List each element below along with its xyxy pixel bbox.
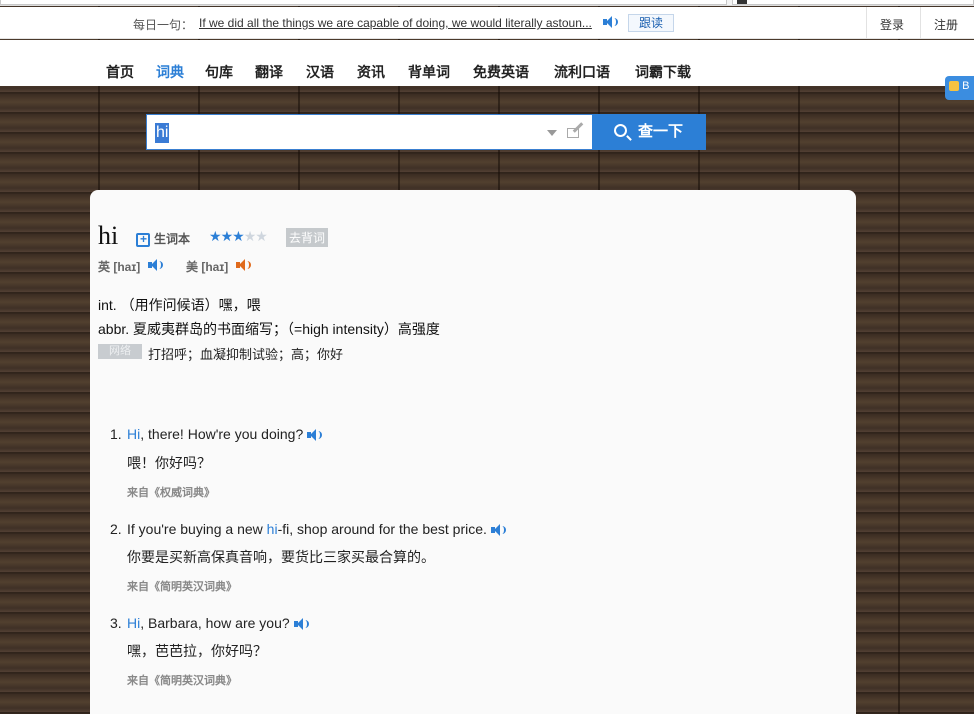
uk-phonetic: 英 [haɪ] <box>98 260 141 274</box>
example-en: Hi, there! How're you doing? <box>127 426 323 442</box>
example-cn: 喂！你好吗？ <box>127 455 211 471</box>
example-en-text: , there! How're you doing? <box>140 426 304 442</box>
search-bar-edge <box>732 0 974 5</box>
add-to-wordbook-button[interactable]: 生词本 <box>136 230 190 247</box>
level-tag[interactable]: 去背词 <box>286 228 329 247</box>
chevron-down-icon[interactable] <box>547 130 557 136</box>
example-en: Hi, Barbara, how are you? <box>127 615 309 631</box>
follow-read-button[interactable]: 跟读 <box>628 14 674 32</box>
divider <box>920 7 921 39</box>
badge-icon <box>949 81 959 92</box>
speaker-icon[interactable] <box>490 524 506 537</box>
daily-sentence-link[interactable]: If we did all the things we are capable … <box>199 16 599 30</box>
example-cn: 嘿，芭芭拉，你好吗？ <box>127 643 267 659</box>
nav-item-free-english[interactable]: 免费英语 <box>473 62 529 82</box>
definition-line: int. （用作问候语）嘿，喂 <box>98 297 261 313</box>
star-icon: ★ <box>255 228 268 244</box>
result-card: hi 生词本 ★★★★★ 去背词 英 [haɪ] 美 [haɪ] int. （用… <box>90 190 856 714</box>
nav-item-download[interactable]: 词霸下载 <box>635 62 691 82</box>
nav-item-home[interactable]: 首页 <box>106 62 134 82</box>
example-number: 2. <box>110 521 122 537</box>
star-icon: ★ <box>232 228 245 244</box>
example-source: 来自《权威词典》 <box>127 487 215 499</box>
nav-item-news[interactable]: 资讯 <box>357 62 385 82</box>
speaker-icon[interactable] <box>236 259 251 271</box>
frequency-stars: ★★★★★ <box>209 228 268 245</box>
speaker-icon[interactable] <box>293 618 309 631</box>
speaker-icon[interactable] <box>148 259 163 271</box>
search-box: hi 查一下 <box>146 114 706 150</box>
example-cn: 你要是买新高保真音响，要货比三家买最合算的。 <box>127 549 435 565</box>
side-badge-text: B <box>962 80 970 92</box>
net-tag: 网络 <box>98 344 142 359</box>
wordbook-icon <box>136 232 150 247</box>
login-link[interactable]: 登录 <box>880 16 904 33</box>
headword: hi <box>98 221 119 250</box>
search-icon <box>614 124 627 137</box>
wordbook-label: 生词本 <box>154 232 191 246</box>
main-nav: 首页 词典 句库 翻译 汉语 资讯 背单词 免费英语 流利口语 词霸下载 <box>0 40 974 86</box>
example-en: If you're buying a new hi-fi, shop aroun… <box>127 521 506 537</box>
address-bar-edge <box>0 0 727 5</box>
nav-item-spoken[interactable]: 流利口语 <box>554 62 610 82</box>
example-source: 来自《简明英汉词典》 <box>127 581 237 593</box>
example-source: 来自《简明英汉词典》 <box>127 675 237 687</box>
nav-item-sentences[interactable]: 句库 <box>205 62 233 82</box>
star-icon: ★ <box>209 228 222 244</box>
nav-item-dictionary[interactable]: 词典 <box>156 62 184 82</box>
register-link[interactable]: 注册 <box>934 16 958 33</box>
divider <box>866 7 867 39</box>
handwrite-icon[interactable] <box>567 122 584 140</box>
search-input[interactable]: hi <box>146 114 592 150</box>
side-float-badge[interactable]: B <box>945 76 974 100</box>
example-en-text: If you're buying a new <box>127 521 267 537</box>
nav-item-vocab[interactable]: 背单词 <box>408 62 450 82</box>
example-en-text: -fi, shop around for the best price. <box>277 521 487 537</box>
example-en-text: , Barbara, how are you? <box>140 615 290 631</box>
star-icon: ★ <box>220 228 234 244</box>
speaker-icon[interactable] <box>603 16 618 28</box>
search-button-label: 查一下 <box>638 123 684 140</box>
speaker-icon[interactable] <box>307 429 323 442</box>
definition-line: abbr. 夏威夷群岛的书面缩写；（=high intensity）高强度 <box>98 321 440 337</box>
browser-top-strip <box>0 0 974 6</box>
example-highlight[interactable]: Hi <box>127 615 140 631</box>
star-icon: ★ <box>243 228 257 244</box>
net-definition: 打招呼；血凝抑制试验；高；你好 <box>148 347 344 362</box>
search-input-value: hi <box>155 123 170 143</box>
example-number: 3. <box>110 615 122 631</box>
example-highlight[interactable]: hi <box>267 521 278 537</box>
example-highlight[interactable]: Hi <box>127 426 140 442</box>
us-phonetic: 美 [haɪ] <box>186 260 229 274</box>
daily-sentence-bar: 每日一句： If we did all the things we are ca… <box>0 7 974 39</box>
nav-item-chinese[interactable]: 汉语 <box>306 62 334 82</box>
nav-item-translate[interactable]: 翻译 <box>255 62 283 82</box>
example-number: 1. <box>110 426 122 442</box>
daily-label: 每日一句： <box>133 18 194 32</box>
search-button[interactable]: 查一下 <box>592 114 706 150</box>
